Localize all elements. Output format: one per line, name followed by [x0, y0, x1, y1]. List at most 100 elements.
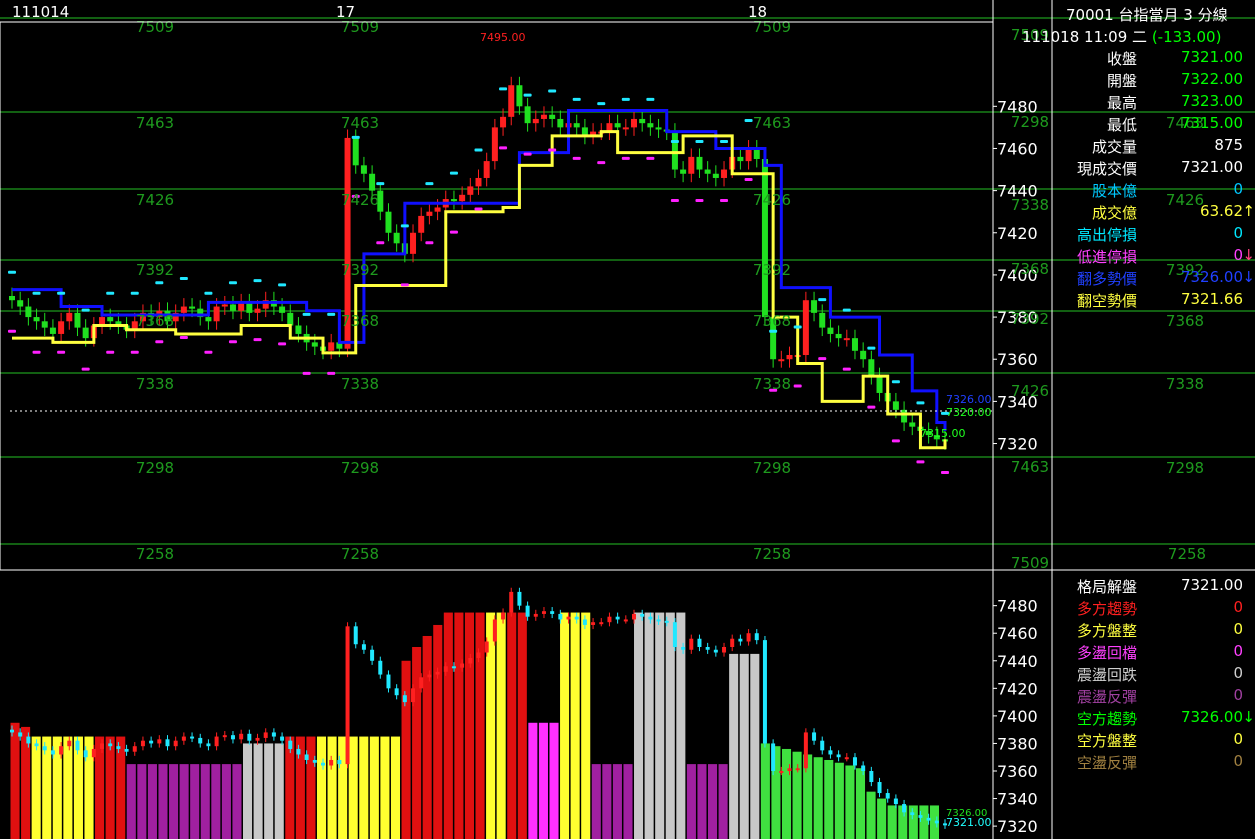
info-row: 多方趨勢 0: [1058, 598, 1255, 620]
date-label: 111014: [12, 3, 69, 21]
lower-candle-body: [157, 739, 162, 744]
lower-candle-body: [435, 671, 440, 675]
state-bar: [316, 736, 327, 839]
candle-body: [385, 211, 392, 233]
lower-candle-body: [902, 804, 907, 813]
candle-body: [786, 355, 793, 360]
lower-candle-body: [762, 640, 767, 744]
state-bar: [686, 764, 696, 839]
lower-candle-body: [533, 613, 538, 617]
stop-marker-low: [32, 350, 41, 354]
state-bar: [760, 743, 770, 839]
state-bar: [190, 764, 200, 839]
state-bar: [327, 736, 337, 839]
lower-candle-body: [214, 736, 219, 747]
candle-body: [631, 118, 637, 128]
lower-candle-body: [689, 638, 694, 650]
stop-marker-low: [793, 384, 802, 388]
state-bar: [708, 764, 718, 839]
lower-candle-body: [877, 782, 882, 794]
info-value: 0: [1233, 664, 1243, 682]
stop-marker-low: [57, 350, 66, 354]
stop-marker-low: [572, 156, 581, 160]
stop-marker-low: [204, 350, 213, 354]
lower-candle-body: [525, 605, 530, 617]
state-bar: [877, 798, 887, 839]
level-label: 7368: [341, 312, 379, 330]
lower-y-tick-label: 7320: [997, 817, 1038, 836]
candle-body: [573, 123, 580, 128]
lower-candle-body: [852, 757, 857, 766]
lower-candle-body: [42, 746, 47, 751]
lower-candle-body: [869, 771, 874, 783]
candle-body: [328, 342, 335, 351]
lower-candle-body: [230, 735, 235, 740]
candle-body: [868, 359, 875, 377]
lower-candle-body: [738, 638, 743, 642]
stop-marker-high: [57, 291, 66, 295]
lower-candle-body: [312, 759, 317, 763]
lower-candle-body: [149, 740, 154, 744]
level-label: 7463: [341, 114, 379, 132]
trend-arrow-icon: ↓: [1242, 708, 1255, 726]
lower-candle-body: [402, 695, 407, 703]
state-bar: [602, 764, 612, 839]
state-bar: [243, 743, 253, 839]
candle-body: [819, 312, 826, 328]
lower-candle-body: [713, 649, 718, 653]
lower-candle-body: [10, 729, 14, 733]
stop-marker-high: [155, 281, 164, 285]
lower-candle-body: [550, 611, 555, 614]
stop-marker-high: [499, 87, 508, 91]
candle-body: [647, 123, 654, 128]
stop-marker-high: [81, 308, 90, 312]
state-bar: [359, 736, 369, 839]
info-value: 0: [1233, 730, 1243, 748]
lower-y-tick-label: 7400: [997, 707, 1038, 726]
state-bar: [644, 612, 654, 839]
lower-candle-body: [460, 663, 465, 668]
info-label: 多方趨勢: [1076, 600, 1137, 618]
lower-candle-body: [280, 736, 285, 741]
lower-candle-body: [934, 820, 939, 824]
stop-marker-low: [8, 329, 16, 333]
candle-body: [221, 304, 228, 307]
stop-marker-high: [646, 97, 655, 101]
stop-marker-low: [400, 283, 409, 287]
stop-marker-low: [376, 241, 385, 245]
stop-marker-high: [523, 93, 532, 97]
lower-last-blue-annotation: 7326.00: [946, 808, 987, 819]
candle-body: [737, 156, 744, 162]
info-value: 7321.00: [1180, 576, 1243, 594]
stop-marker-high: [302, 312, 311, 316]
info-label: 空方盤整: [1076, 732, 1137, 750]
candle-body: [295, 325, 302, 334]
lower-y-tick-label: 7440: [997, 652, 1038, 671]
lower-candle-body: [255, 737, 260, 741]
stop-marker-high: [400, 224, 409, 228]
level-label: 7338: [341, 375, 379, 393]
lower-candle-body: [517, 591, 522, 606]
info-label: 多盪回檔: [1076, 644, 1137, 662]
state-bar: [792, 751, 802, 839]
candle-body: [360, 165, 367, 174]
state-bar: [570, 612, 580, 839]
candle-body: [467, 186, 474, 195]
candle-body: [49, 327, 56, 334]
candle-body: [483, 161, 490, 178]
lower-y-tick-label: 7480: [997, 597, 1038, 616]
state-bar: [42, 736, 52, 839]
lower-candle-body: [664, 620, 669, 623]
candle-body: [58, 321, 65, 334]
candle-body: [41, 321, 48, 328]
lower-candle-body: [787, 768, 792, 771]
candle-body: [17, 300, 24, 307]
right-level-label: 7509: [1011, 554, 1049, 572]
level-label: 7298: [341, 459, 379, 477]
candle-body: [622, 127, 629, 130]
lower-candle-body: [321, 762, 325, 766]
lower-candle-body: [632, 613, 636, 620]
stop-marker-low: [302, 371, 311, 375]
candle-body: [745, 148, 752, 162]
candle-body: [712, 173, 719, 178]
